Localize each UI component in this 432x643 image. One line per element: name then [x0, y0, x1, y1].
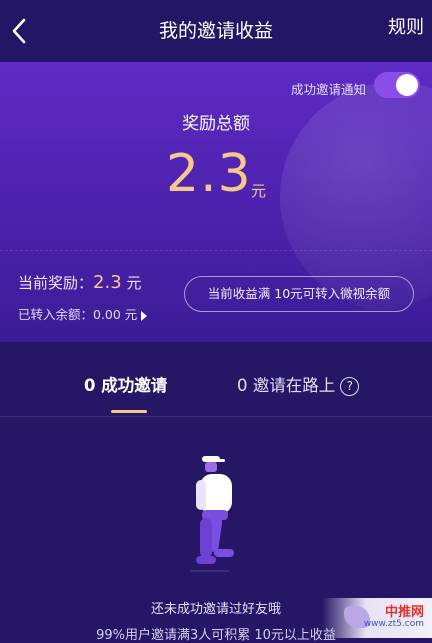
- watermark-url: www.zt5.com: [363, 619, 424, 629]
- transferred-balance[interactable]: 已转入余额：0.00 元: [18, 304, 148, 323]
- convert-to-balance-button[interactable]: 当前收益满 10元可转入微视余额: [184, 276, 414, 312]
- tab-label: 0 邀请在路上: [237, 376, 336, 395]
- invite-tabs: 0 成功邀请 0 邀请在路上?: [0, 342, 432, 417]
- active-tab-indicator: [111, 410, 147, 413]
- empty-state-person-illustration: [186, 454, 246, 578]
- tab-pending-invites[interactable]: 0 邀请在路上?: [237, 372, 360, 396]
- watermark: 中推网 www.zt5.com: [322, 598, 432, 638]
- transferred-balance-text: 已转入余额：0.00 元: [18, 307, 138, 322]
- question-icon[interactable]: ?: [340, 377, 360, 396]
- triangle-right-icon: [141, 310, 148, 321]
- tab-successful-invites[interactable]: 0 成功邀请: [84, 372, 167, 396]
- top-bar: 我的邀请收益 规则: [0, 0, 432, 62]
- notify-toggle[interactable]: [374, 72, 420, 98]
- tab-label: 0 成功邀请: [84, 376, 168, 395]
- total-reward-unit: 元: [251, 182, 267, 200]
- page-title: 我的邀请收益: [158, 20, 273, 42]
- total-reward-amount: 2.3: [166, 144, 252, 204]
- current-reward-unit: 元: [126, 274, 142, 292]
- total-reward-label: 奖励总额: [182, 114, 250, 134]
- toggle-knob: [396, 74, 418, 96]
- current-reward-label: 当前奖励：: [18, 274, 94, 292]
- earnings-card: 成功邀请通知 奖励总额 2.3 元 当前奖励：2.3 元 已转入余额：0.00 …: [0, 62, 432, 342]
- rules-link[interactable]: 规则: [388, 13, 424, 39]
- watermark-text: 中推网: [384, 605, 424, 620]
- divider: [0, 250, 432, 251]
- notify-label: 成功邀请通知: [290, 82, 366, 97]
- current-reward: 当前奖励：2.3 元: [18, 272, 141, 293]
- current-reward-value: 2.3: [93, 272, 122, 293]
